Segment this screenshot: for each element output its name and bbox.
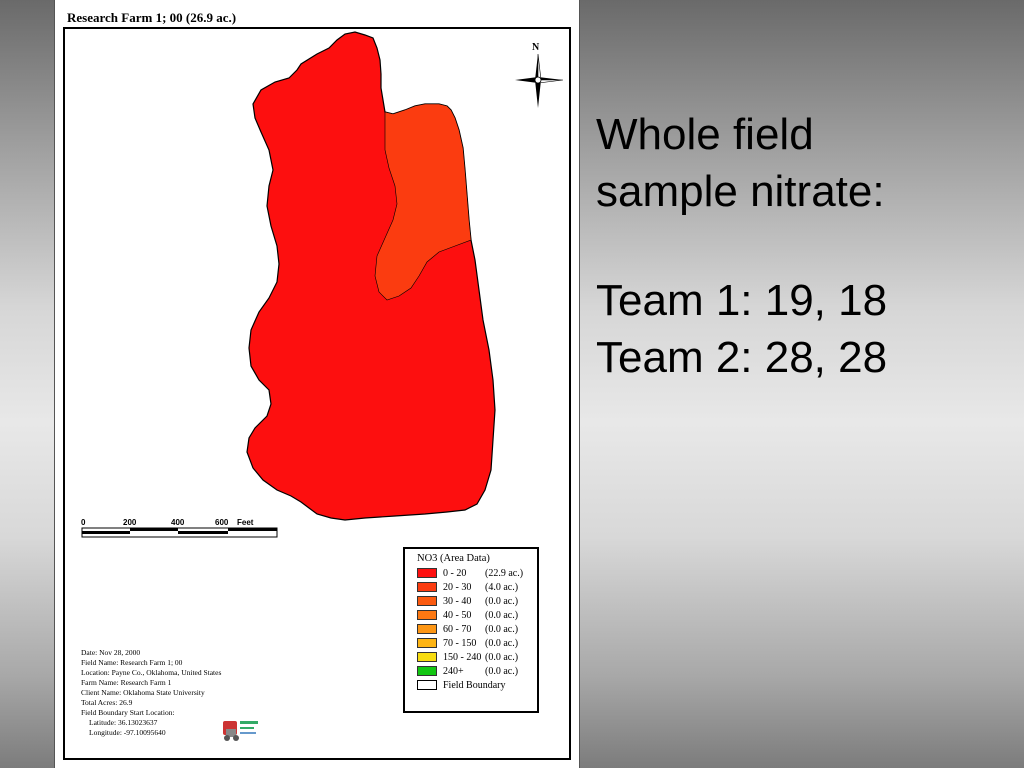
info-client-name: Client Name: Oklahoma State University (81, 688, 205, 697)
legend-swatch (417, 568, 437, 578)
legend-swatch (417, 638, 437, 648)
legend-area: (0.0 ac.) (485, 651, 519, 663)
scale-tick-400: 400 (171, 518, 185, 527)
slide-text: Whole field sample nitrate: Team 1: 19, … (596, 106, 1016, 386)
north-label: N (532, 42, 540, 53)
info-total-acres: Total Acres: 26.9 (81, 698, 133, 707)
legend-row-boundary: Field Boundary (417, 678, 537, 692)
map-sheet: Research Farm 1; 00 (26.9 ac.) 0 200 400… (54, 0, 580, 768)
scale-labels: 0 200 400 600 Feet (55, 518, 355, 530)
legend-area: (4.0 ac.) (485, 581, 519, 593)
legend-range: 60 - 70 (443, 623, 472, 635)
legend-range: 0 - 20 (443, 567, 467, 579)
info-latitude: Latitude: 36.13023637 (89, 718, 158, 727)
legend-row: 0 - 20 (22.9 ac.) (417, 566, 537, 580)
slide-heading-line1: Whole field (596, 110, 814, 159)
legend-area: (0.0 ac.) (485, 623, 519, 635)
field-zone-0-20 (246, 31, 496, 521)
legend-range: 70 - 150 (443, 637, 477, 649)
legend-range: 40 - 50 (443, 609, 472, 621)
legend-row: 70 - 150 (0.0 ac.) (417, 636, 537, 650)
map-info-block: Date: Nov 28, 2000 Field Name: Research … (81, 648, 221, 738)
legend-swatch (417, 610, 437, 620)
slide-heading-line2: sample nitrate: (596, 167, 885, 216)
legend-swatch (417, 596, 437, 606)
legend-swatch-boundary (417, 680, 437, 690)
legend-area: (0.0 ac.) (485, 665, 519, 677)
legend-area: (0.0 ac.) (485, 595, 519, 607)
info-location: Location: Payne Co., Oklahoma, United St… (81, 668, 222, 677)
legend-range: 20 - 30 (443, 581, 472, 593)
slide-team1: Team 1: 19, 18 (596, 276, 888, 325)
legend-range: 240+ (443, 665, 464, 677)
slide-team2: Team 2: 28, 28 (596, 333, 888, 382)
legend-swatch (417, 582, 437, 592)
scale-tick-200: 200 (123, 518, 137, 527)
legend-title: NO3 (Area Data) (417, 553, 490, 564)
info-longitude: Longitude: -97.10095640 (89, 728, 166, 737)
legend: NO3 (Area Data) 0 - 20 (22.9 ac.) 20 - 30 (… (403, 547, 539, 713)
legend-row: 20 - 30 (4.0 ac.) (417, 580, 537, 594)
legend-row: 40 - 50 (0.0 ac.) (417, 608, 537, 622)
legend-area: (22.9 ac.) (485, 567, 524, 579)
scale-tick-0: 0 (81, 518, 86, 527)
legend-swatch (417, 666, 437, 676)
info-date: Date: Nov 28, 2000 (81, 648, 141, 657)
legend-swatch (417, 624, 437, 634)
legend-boundary-label: Field Boundary (443, 679, 506, 691)
info-farm-name: Farm Name: Research Farm 1 (81, 678, 172, 687)
legend-row: 30 - 40 (0.0 ac.) (417, 594, 537, 608)
legend-range: 30 - 40 (443, 595, 472, 607)
legend-area: (0.0 ac.) (485, 637, 519, 649)
legend-range: 150 - 240 (443, 651, 482, 663)
legend-row: 60 - 70 (0.0 ac.) (417, 622, 537, 636)
legend-swatch (417, 652, 437, 662)
scale-tick-600: 600 (215, 518, 229, 527)
software-logo (221, 715, 261, 743)
scale-unit: Feet (237, 518, 254, 527)
legend-area: (0.0 ac.) (485, 609, 519, 621)
legend-row: 150 - 240 (0.0 ac.) (417, 650, 537, 664)
info-boundary-start: Field Boundary Start Location: (81, 708, 175, 717)
info-field-name: Field Name: Research Farm 1; 00 (81, 658, 183, 667)
north-arrow: N (513, 42, 565, 112)
legend-row: 240+ (0.0 ac.) (417, 664, 537, 678)
